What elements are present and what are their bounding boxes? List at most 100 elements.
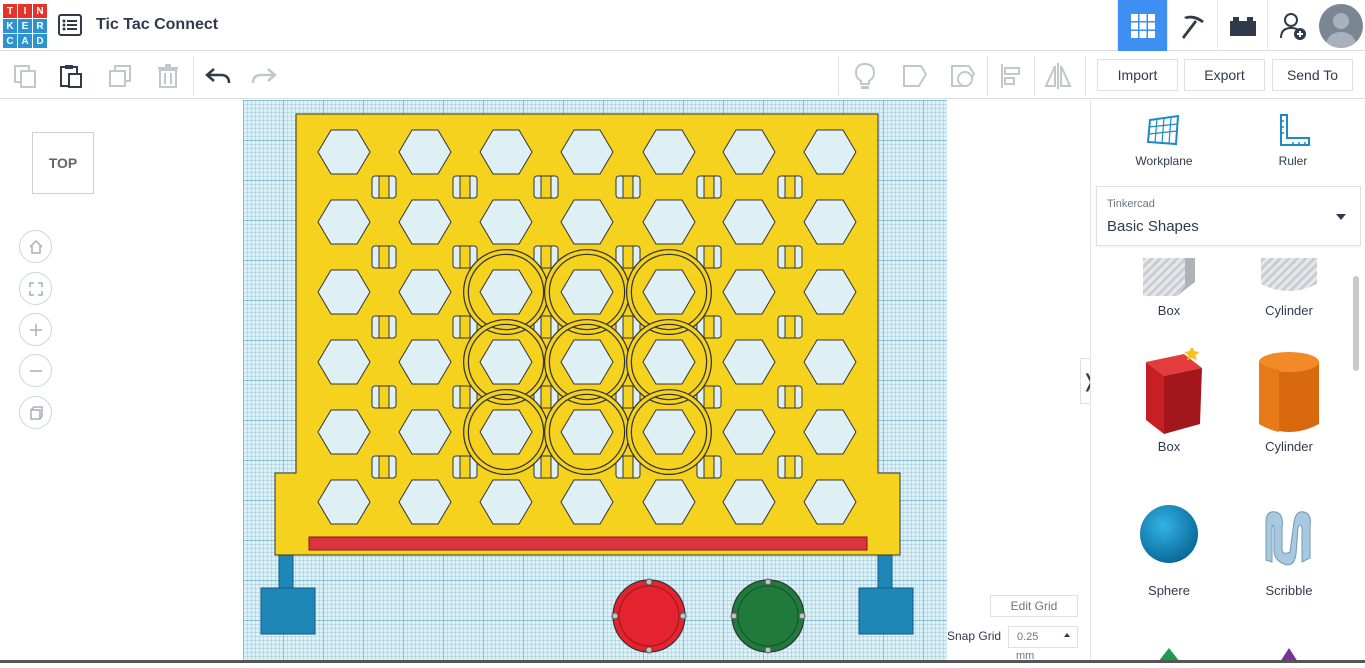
shape-library-select[interactable]: Tinkercad Basic Shapes (1096, 186, 1361, 246)
connector-divider (540, 455, 552, 479)
edit-grid-button[interactable]: Edit Grid (990, 595, 1078, 617)
grid-view-button[interactable] (1117, 0, 1167, 51)
zoom-in-icon (29, 323, 42, 336)
note-button[interactable] (900, 61, 930, 91)
workplane-tool[interactable]: Workplane (1119, 112, 1209, 168)
shape-cylinder-hole[interactable]: Cylinder (1229, 258, 1349, 318)
right-leg-post (877, 551, 893, 593)
green-token (731, 579, 805, 653)
shape-grid: Box Cylinder Box Cylinder Sphere Scribbl… (1091, 258, 1361, 663)
design-menu-icon[interactable] (58, 14, 82, 36)
zoom-in-button[interactable] (19, 313, 52, 346)
home-icon (28, 239, 43, 254)
avatar[interactable] (1317, 0, 1365, 51)
connector-divider (459, 385, 471, 409)
token-pin (764, 578, 772, 586)
edit-toolbar: Import Export Send To (0, 52, 1365, 99)
home-view-button[interactable] (19, 230, 52, 263)
snap-grid-value: 0.25 (1017, 631, 1039, 643)
export-button[interactable]: Export (1184, 59, 1265, 91)
workplane-canvas[interactable] (243, 100, 947, 663)
cylinder-hole-icon (1261, 258, 1317, 291)
connector-divider (784, 245, 796, 269)
cylinder-icon (1259, 352, 1319, 432)
top-bar: TIN KER CAD Tic Tac Connect (0, 0, 1365, 51)
copy-button[interactable] (10, 61, 40, 91)
send-to-button[interactable]: Send To (1272, 59, 1353, 91)
connector-divider (540, 385, 552, 409)
invite-user-button[interactable] (1267, 0, 1317, 51)
shape-sphere[interactable]: Sphere (1109, 496, 1229, 598)
paste-button[interactable] (56, 61, 86, 91)
copy-icon (14, 65, 36, 88)
logo-letter: T (3, 4, 17, 18)
zoom-out-button[interactable] (19, 354, 52, 387)
logo-letter: A (18, 34, 32, 48)
right-leg-foot (858, 587, 914, 635)
bricks-icon (1229, 16, 1256, 36)
panel-scrollbar[interactable] (1353, 276, 1359, 371)
token-pin (798, 612, 806, 620)
connector-divider (378, 385, 390, 409)
left-leg-foot (260, 587, 316, 635)
shape-label: Box (1157, 439, 1181, 454)
scribble-icon (1265, 511, 1311, 566)
ruler-label: Ruler (1278, 154, 1308, 168)
connector-divider (622, 175, 634, 199)
shape-note-button[interactable] (948, 61, 978, 91)
token-pin (764, 646, 772, 654)
shape-note-icon (951, 65, 976, 87)
import-button[interactable]: Import (1097, 59, 1178, 91)
connector-divider (784, 385, 796, 409)
view-cube[interactable]: TOP (32, 132, 94, 194)
connector-divider (622, 385, 634, 409)
snap-grid-select[interactable]: 0.25 (1008, 626, 1078, 648)
token-pin (645, 578, 653, 586)
connector-divider (703, 455, 715, 479)
shape-label: Cylinder (1265, 439, 1313, 454)
logo-letter: R (33, 19, 47, 33)
connector-divider (622, 245, 634, 269)
add-user-icon (1279, 12, 1306, 40)
shape-label: Box (1157, 303, 1181, 318)
snap-grid-label: Snap Grid (947, 629, 1002, 643)
fit-view-button[interactable] (19, 272, 52, 305)
duplicate-button[interactable] (105, 61, 135, 91)
shape-cylinder[interactable]: Cylinder (1229, 348, 1349, 454)
shapes-panel: Workplane Ruler Tinkercad Basic Shapes B… (1090, 100, 1365, 663)
delete-button[interactable] (153, 61, 183, 91)
perspective-button[interactable] (19, 396, 52, 429)
token-pin (679, 612, 687, 620)
blocks-button[interactable] (1167, 0, 1217, 51)
redo-button[interactable] (249, 61, 279, 91)
connector-divider (459, 245, 471, 269)
redo-icon (251, 68, 277, 84)
shape-scribble[interactable]: Scribble (1229, 496, 1349, 598)
perspective-icon (29, 405, 43, 420)
design-scene[interactable] (243, 100, 947, 663)
connector-divider (540, 245, 552, 269)
align-button[interactable] (996, 61, 1026, 91)
shape-label: Sphere (1148, 583, 1190, 598)
connector-divider (703, 315, 715, 339)
duplicate-icon (109, 65, 131, 87)
delete-icon (158, 64, 178, 88)
design-title[interactable]: Tic Tac Connect (96, 16, 218, 34)
shape-box[interactable]: Box (1109, 346, 1229, 454)
connector-divider (378, 245, 390, 269)
mirror-button[interactable] (1043, 61, 1073, 91)
shape-box-hole[interactable]: Box (1109, 258, 1229, 318)
tinkercad-logo[interactable]: TIN KER CAD (3, 4, 47, 48)
show-all-button[interactable] (850, 61, 880, 91)
box-icon (1146, 346, 1202, 434)
note-icon (903, 65, 928, 87)
connector-divider (622, 455, 634, 479)
undo-icon (205, 68, 231, 84)
logo-letter: I (18, 4, 32, 18)
bricks-button[interactable] (1217, 0, 1267, 51)
ruler-tool[interactable]: Ruler (1248, 112, 1338, 168)
undo-button[interactable] (203, 61, 233, 91)
connector-divider (703, 175, 715, 199)
drop-bar (308, 536, 868, 551)
token-pin (645, 646, 653, 654)
